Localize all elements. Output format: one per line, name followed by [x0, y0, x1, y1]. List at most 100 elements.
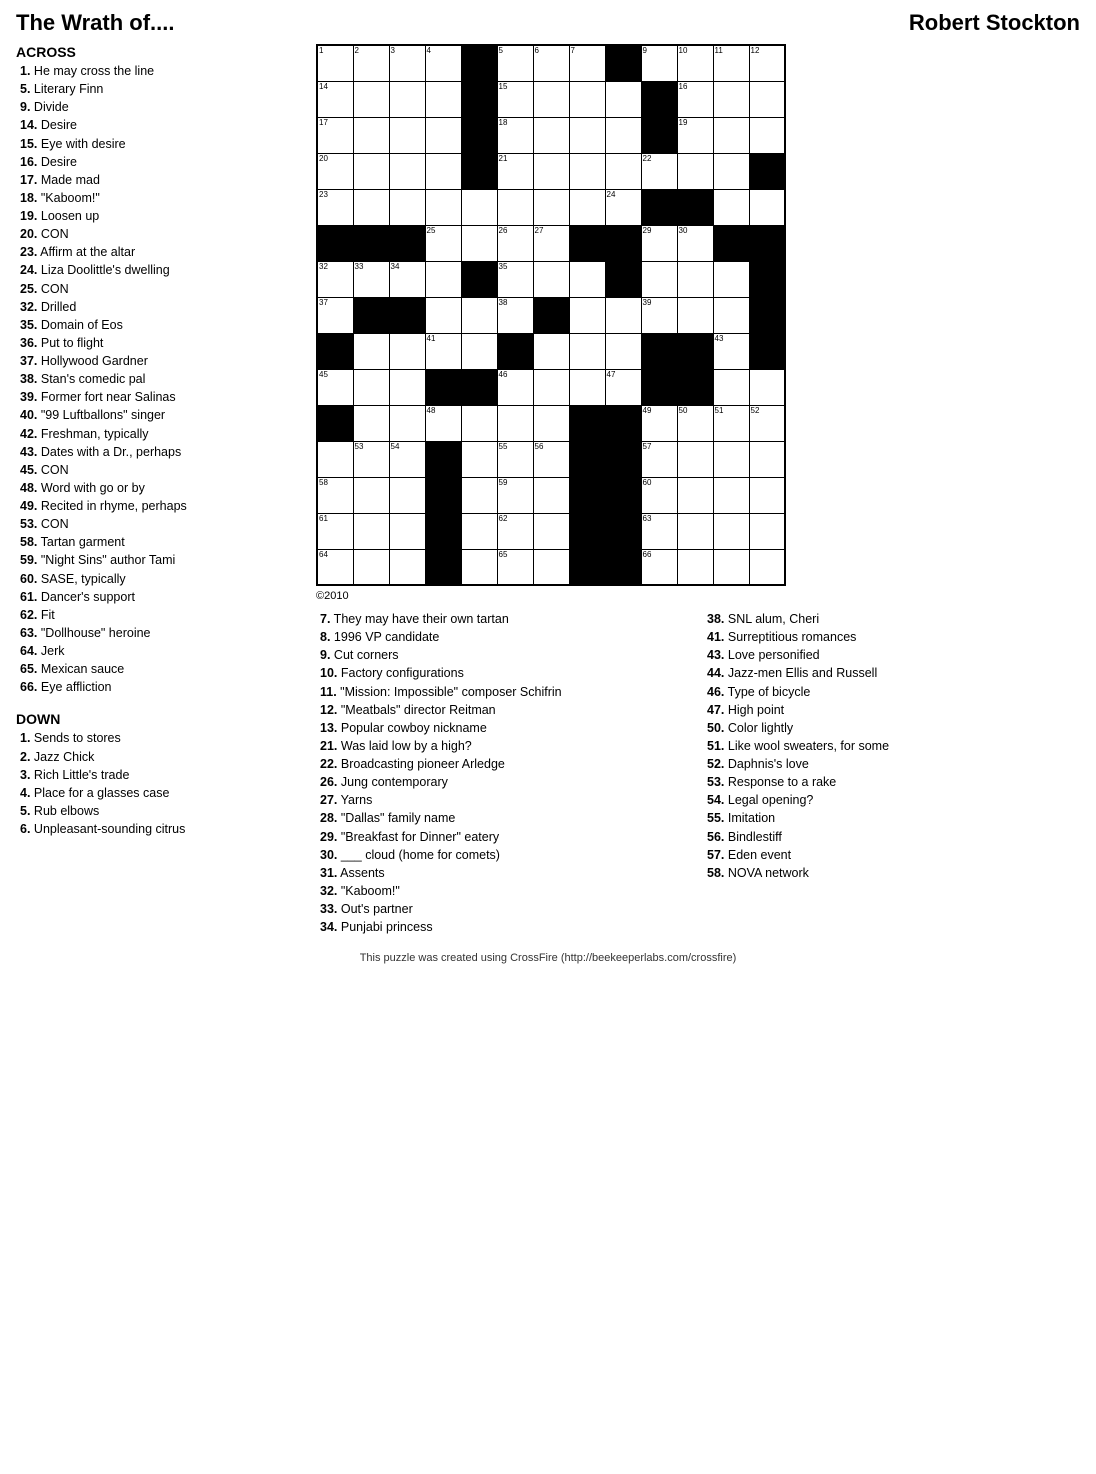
white-cell[interactable]	[389, 477, 425, 513]
white-cell[interactable]: 34	[389, 261, 425, 297]
white-cell[interactable]	[713, 153, 749, 189]
white-cell[interactable]	[389, 81, 425, 117]
white-cell[interactable]	[605, 297, 641, 333]
white-cell[interactable]	[713, 549, 749, 585]
white-cell[interactable]	[569, 117, 605, 153]
white-cell[interactable]	[605, 153, 641, 189]
white-cell[interactable]	[389, 117, 425, 153]
white-cell[interactable]	[749, 513, 785, 549]
white-cell[interactable]	[461, 297, 497, 333]
white-cell[interactable]	[713, 369, 749, 405]
white-cell[interactable]: 41	[425, 333, 461, 369]
white-cell[interactable]	[533, 369, 569, 405]
white-cell[interactable]: 17	[317, 117, 353, 153]
white-cell[interactable]: 30	[677, 225, 713, 261]
white-cell[interactable]	[533, 261, 569, 297]
white-cell[interactable]	[677, 153, 713, 189]
white-cell[interactable]: 26	[497, 225, 533, 261]
white-cell[interactable]	[353, 369, 389, 405]
white-cell[interactable]	[569, 297, 605, 333]
white-cell[interactable]	[389, 405, 425, 441]
white-cell[interactable]	[713, 189, 749, 225]
white-cell[interactable]: 7	[569, 45, 605, 81]
white-cell[interactable]	[569, 189, 605, 225]
white-cell[interactable]: 35	[497, 261, 533, 297]
white-cell[interactable]	[425, 261, 461, 297]
white-cell[interactable]: 14	[317, 81, 353, 117]
white-cell[interactable]	[713, 441, 749, 477]
white-cell[interactable]: 50	[677, 405, 713, 441]
white-cell[interactable]	[533, 333, 569, 369]
white-cell[interactable]	[713, 261, 749, 297]
white-cell[interactable]	[677, 441, 713, 477]
white-cell[interactable]	[353, 81, 389, 117]
white-cell[interactable]	[533, 549, 569, 585]
white-cell[interactable]: 39	[641, 297, 677, 333]
white-cell[interactable]: 15	[497, 81, 533, 117]
white-cell[interactable]: 11	[713, 45, 749, 81]
white-cell[interactable]: 61	[317, 513, 353, 549]
white-cell[interactable]	[461, 189, 497, 225]
white-cell[interactable]: 55	[497, 441, 533, 477]
white-cell[interactable]	[389, 549, 425, 585]
white-cell[interactable]: 54	[389, 441, 425, 477]
white-cell[interactable]: 10	[677, 45, 713, 81]
white-cell[interactable]	[353, 549, 389, 585]
white-cell[interactable]	[749, 549, 785, 585]
white-cell[interactable]: 38	[497, 297, 533, 333]
white-cell[interactable]	[461, 477, 497, 513]
white-cell[interactable]	[569, 369, 605, 405]
white-cell[interactable]: 12	[749, 45, 785, 81]
white-cell[interactable]	[677, 549, 713, 585]
white-cell[interactable]	[353, 117, 389, 153]
white-cell[interactable]: 20	[317, 153, 353, 189]
white-cell[interactable]	[353, 405, 389, 441]
white-cell[interactable]	[461, 441, 497, 477]
white-cell[interactable]	[713, 477, 749, 513]
white-cell[interactable]	[533, 513, 569, 549]
white-cell[interactable]: 66	[641, 549, 677, 585]
white-cell[interactable]: 48	[425, 405, 461, 441]
white-cell[interactable]	[533, 189, 569, 225]
white-cell[interactable]: 9	[641, 45, 677, 81]
white-cell[interactable]	[713, 81, 749, 117]
white-cell[interactable]: 4	[425, 45, 461, 81]
white-cell[interactable]	[713, 513, 749, 549]
white-cell[interactable]: 16	[677, 81, 713, 117]
white-cell[interactable]: 65	[497, 549, 533, 585]
white-cell[interactable]	[425, 153, 461, 189]
white-cell[interactable]: 18	[497, 117, 533, 153]
white-cell[interactable]	[749, 441, 785, 477]
white-cell[interactable]: 63	[641, 513, 677, 549]
white-cell[interactable]: 58	[317, 477, 353, 513]
white-cell[interactable]: 22	[641, 153, 677, 189]
white-cell[interactable]	[353, 477, 389, 513]
white-cell[interactable]	[569, 261, 605, 297]
white-cell[interactable]	[677, 513, 713, 549]
white-cell[interactable]: 53	[353, 441, 389, 477]
white-cell[interactable]	[389, 513, 425, 549]
white-cell[interactable]: 51	[713, 405, 749, 441]
white-cell[interactable]: 21	[497, 153, 533, 189]
white-cell[interactable]: 27	[533, 225, 569, 261]
white-cell[interactable]	[353, 333, 389, 369]
white-cell[interactable]	[389, 369, 425, 405]
white-cell[interactable]: 60	[641, 477, 677, 513]
white-cell[interactable]	[353, 189, 389, 225]
white-cell[interactable]	[533, 117, 569, 153]
white-cell[interactable]: 1	[317, 45, 353, 81]
white-cell[interactable]: 45	[317, 369, 353, 405]
white-cell[interactable]	[605, 333, 641, 369]
white-cell[interactable]: 62	[497, 513, 533, 549]
white-cell[interactable]	[749, 81, 785, 117]
white-cell[interactable]	[425, 117, 461, 153]
white-cell[interactable]: 57	[641, 441, 677, 477]
white-cell[interactable]: 64	[317, 549, 353, 585]
white-cell[interactable]: 25	[425, 225, 461, 261]
white-cell[interactable]	[749, 369, 785, 405]
white-cell[interactable]	[605, 117, 641, 153]
white-cell[interactable]	[461, 333, 497, 369]
white-cell[interactable]	[569, 153, 605, 189]
white-cell[interactable]	[533, 153, 569, 189]
white-cell[interactable]	[677, 297, 713, 333]
